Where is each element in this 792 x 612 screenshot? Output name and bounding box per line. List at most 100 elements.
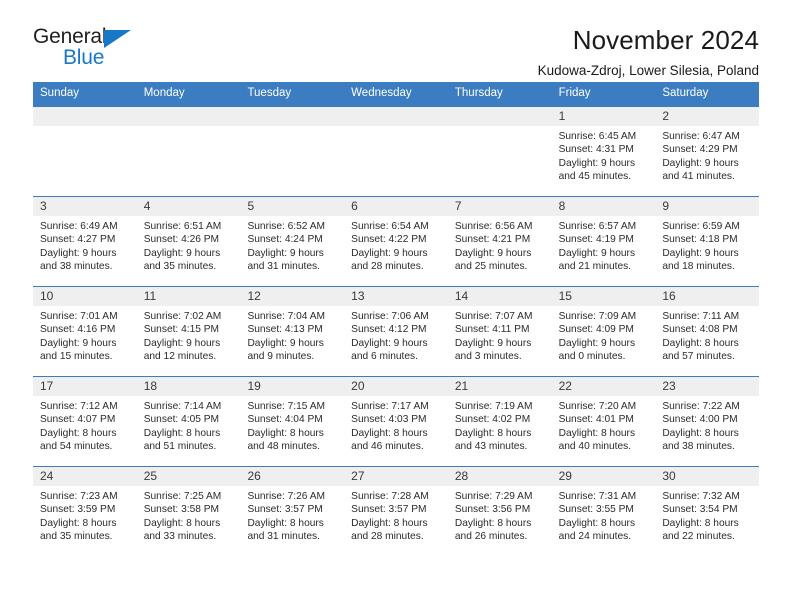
day-number: 30 [655,466,760,486]
day-cell-6[interactable]: 6 Sunrise: 6:54 AM Sunset: 4:22 PM Daylight… [344,196,448,286]
day-cell-29[interactable]: 29 Sunrise: 7:31 AM Sunset: 3:55 PM Dayligh… [551,466,656,556]
day-cell-26[interactable]: 26 Sunrise: 7:26 AM Sunset: 3:57 PM Dayligh… [240,466,345,556]
day-cell-27[interactable]: 27 Sunrise: 7:28 AM Sunset: 3:57 PM Dayligh… [344,466,448,556]
day-cell-empty [33,106,137,196]
day-sun-info: Sunrise: 7:11 AM Sunset: 4:08 PM Daylight:… [655,306,759,364]
day-cell-21[interactable]: 21 Sunrise: 7:19 AM Sunset: 4:02 PM Dayligh… [447,376,552,466]
day-cell-30[interactable]: 30 Sunrise: 7:32 AM Sunset: 3:54 PM Dayligh… [655,466,760,556]
daylight-text: Daylight: 9 hours and 41 minutes. [662,157,739,183]
day-cell-25[interactable]: 25 Sunrise: 7:25 AM Sunset: 3:58 PM Dayligh… [136,466,241,556]
day-number: 3 [33,196,137,216]
day-sun-info: Sunrise: 7:09 AM Sunset: 4:09 PM Daylight:… [552,306,656,364]
day-cell-16[interactable]: 16 Sunrise: 7:11 AM Sunset: 4:08 PM Dayligh… [655,286,760,376]
calendar-week-row: 17 Sunrise: 7:12 AM Sunset: 4:07 PM Dayligh… [33,375,760,466]
calendar-page: General Blue November 2024 Kudowa-Zdroj,… [0,0,792,612]
day-sun-info: Sunrise: 7:26 AM Sunset: 3:57 PM Daylight:… [240,486,344,544]
sunset-text: Sunset: 4:01 PM [558,414,634,426]
day-sun-info: Sunrise: 7:23 AM Sunset: 3:59 PM Daylight:… [33,486,137,544]
day-cell-2[interactable]: 2 Sunrise: 6:47 AM Sunset: 4:29 PM Daylight… [655,106,760,196]
day-cell-empty [344,106,448,196]
day-number: 4 [136,196,241,216]
day-sun-info: Sunrise: 7:04 AM Sunset: 4:13 PM Daylight:… [240,306,344,364]
day-sun-info: Sunrise: 6:54 AM Sunset: 4:22 PM Daylight:… [344,216,448,274]
daylight-text: Daylight: 8 hours and 26 minutes. [454,517,532,543]
weekday-header-friday: Friday [558,87,591,99]
day-cell-23[interactable]: 23 Sunrise: 7:22 AM Sunset: 4:00 PM Dayligh… [655,376,760,466]
day-cell-28[interactable]: 28 Sunrise: 7:29 AM Sunset: 3:56 PM Dayligh… [447,466,552,556]
day-cell-22[interactable]: 22 Sunrise: 7:20 AM Sunset: 4:01 PM Dayligh… [551,376,656,466]
day-sun-info: Sunrise: 7:29 AM Sunset: 3:56 PM Daylight:… [448,486,552,544]
sunrise-text: Sunrise: 6:56 AM [454,220,533,232]
day-sun-info: Sunrise: 7:02 AM Sunset: 4:15 PM Daylight:… [137,306,241,364]
day-cell-18[interactable]: 18 Sunrise: 7:14 AM Sunset: 4:05 PM Dayligh… [136,376,241,466]
daylight-text: Daylight: 8 hours and 57 minutes. [662,337,739,363]
day-number: 29 [551,466,656,486]
day-cell-9[interactable]: 9 Sunrise: 6:59 AM Sunset: 4:18 PM Daylight… [655,196,760,286]
sunset-text: Sunset: 4:00 PM [662,414,738,426]
calendar-week-row: 3 Sunrise: 6:49 AM Sunset: 4:27 PM Daylight… [33,195,760,286]
day-cell-4[interactable]: 4 Sunrise: 6:51 AM Sunset: 4:26 PM Daylight… [136,196,241,286]
day-number: 15 [551,286,656,306]
day-number: 5 [240,196,345,216]
sunrise-text: Sunrise: 6:45 AM [558,130,637,142]
sunrise-text: Sunrise: 6:59 AM [662,220,740,232]
sunset-text: Sunset: 3:57 PM [351,504,427,516]
day-cell-19[interactable]: 19 Sunrise: 7:15 AM Sunset: 4:04 PM Dayligh… [240,376,345,466]
day-cell-empty [136,106,241,196]
sunrise-text: Sunrise: 7:28 AM [351,490,429,502]
day-number: 20 [344,376,448,396]
sunset-text: Sunset: 4:26 PM [143,234,220,246]
daylight-text: Daylight: 8 hours and 28 minutes. [351,517,428,543]
day-cell-17[interactable]: 17 Sunrise: 7:12 AM Sunset: 4:07 PM Dayligh… [33,376,137,466]
sunrise-text: Sunrise: 7:19 AM [454,400,533,412]
day-cell-8[interactable]: 8 Sunrise: 6:57 AM Sunset: 4:19 PM Daylight… [551,196,656,286]
sunrise-text: Sunrise: 6:54 AM [351,220,429,232]
day-cell-10[interactable]: 10 Sunrise: 7:01 AM Sunset: 4:16 PM Dayligh… [33,286,137,376]
day-cell-15[interactable]: 15 Sunrise: 7:09 AM Sunset: 4:09 PM Dayligh… [551,286,656,376]
day-sun-info: Sunrise: 6:56 AM Sunset: 4:21 PM Daylight:… [448,216,552,274]
day-cell-20[interactable]: 20 Sunrise: 7:17 AM Sunset: 4:03 PM Dayligh… [344,376,448,466]
daylight-text: Daylight: 9 hours and 21 minutes. [558,247,636,273]
day-sun-info: Sunrise: 7:14 AM Sunset: 4:05 PM Daylight:… [137,396,241,454]
day-cell-14[interactable]: 14 Sunrise: 7:07 AM Sunset: 4:11 PM Dayligh… [447,286,552,376]
day-sun-info: Sunrise: 6:49 AM Sunset: 4:27 PM Daylight:… [33,216,137,274]
sunrise-text: Sunrise: 6:51 AM [143,220,222,232]
sunrise-text: Sunrise: 7:01 AM [40,310,118,322]
day-cell-3[interactable]: 3 Sunrise: 6:49 AM Sunset: 4:27 PM Daylight… [33,196,137,286]
day-cell-1[interactable]: 1 Sunrise: 6:45 AM Sunset: 4:31 PM Daylight… [551,106,656,196]
day-cell-13[interactable]: 13 Sunrise: 7:06 AM Sunset: 4:12 PM Dayligh… [344,286,448,376]
day-cell-5[interactable]: 5 Sunrise: 6:52 AM Sunset: 4:24 PM Daylight… [240,196,345,286]
daylight-text: Daylight: 9 hours and 15 minutes. [40,337,117,363]
daylight-text: Daylight: 9 hours and 35 minutes. [143,247,221,273]
sunset-text: Sunset: 4:05 PM [143,414,220,426]
sunrise-text: Sunrise: 7:06 AM [351,310,429,322]
daylight-text: Daylight: 8 hours and 38 minutes. [662,427,739,453]
daylight-text: Daylight: 8 hours and 43 minutes. [454,427,532,453]
general-blue-logo[interactable]: General Blue [33,26,153,72]
day-cell-12[interactable]: 12 Sunrise: 7:04 AM Sunset: 4:13 PM Dayligh… [240,286,345,376]
day-cell-empty [240,106,345,196]
sunset-text: Sunset: 4:02 PM [454,414,531,426]
daylight-text: Daylight: 9 hours and 9 minutes. [247,337,324,363]
day-cell-empty [447,106,552,196]
daylight-text: Daylight: 9 hours and 0 minutes. [558,337,636,363]
day-cell-7[interactable]: 7 Sunrise: 6:56 AM Sunset: 4:21 PM Daylight… [447,196,552,286]
sunset-text: Sunset: 3:55 PM [558,504,634,516]
day-number: 11 [136,286,241,306]
day-number: 14 [447,286,552,306]
daylight-text: Daylight: 9 hours and 38 minutes. [40,247,117,273]
sunrise-text: Sunrise: 6:52 AM [247,220,326,232]
day-sun-info: Sunrise: 7:25 AM Sunset: 3:58 PM Daylight:… [137,486,241,544]
sunset-text: Sunset: 4:08 PM [662,324,738,336]
calendar-week-row: 1 Sunrise: 6:45 AM Sunset: 4:31 PM Daylight… [33,106,760,196]
day-cell-11[interactable]: 11 Sunrise: 7:02 AM Sunset: 4:15 PM Dayligh… [136,286,241,376]
day-number: 1 [551,106,656,126]
day-cell-24[interactable]: 24 Sunrise: 7:23 AM Sunset: 3:59 PM Dayligh… [33,466,137,556]
day-sun-info: Sunrise: 7:06 AM Sunset: 4:12 PM Daylight:… [344,306,448,364]
daylight-text: Daylight: 8 hours and 22 minutes. [662,517,739,543]
calendar-week-row: 10 Sunrise: 7:01 AM Sunset: 4:16 PM Dayligh… [33,285,760,376]
daylight-text: Daylight: 9 hours and 6 minutes. [351,337,428,363]
sunset-text: Sunset: 4:13 PM [247,324,323,336]
day-sun-info: Sunrise: 6:47 AM Sunset: 4:29 PM Daylight:… [655,126,759,184]
daylight-text: Daylight: 8 hours and 40 minutes. [558,427,636,453]
